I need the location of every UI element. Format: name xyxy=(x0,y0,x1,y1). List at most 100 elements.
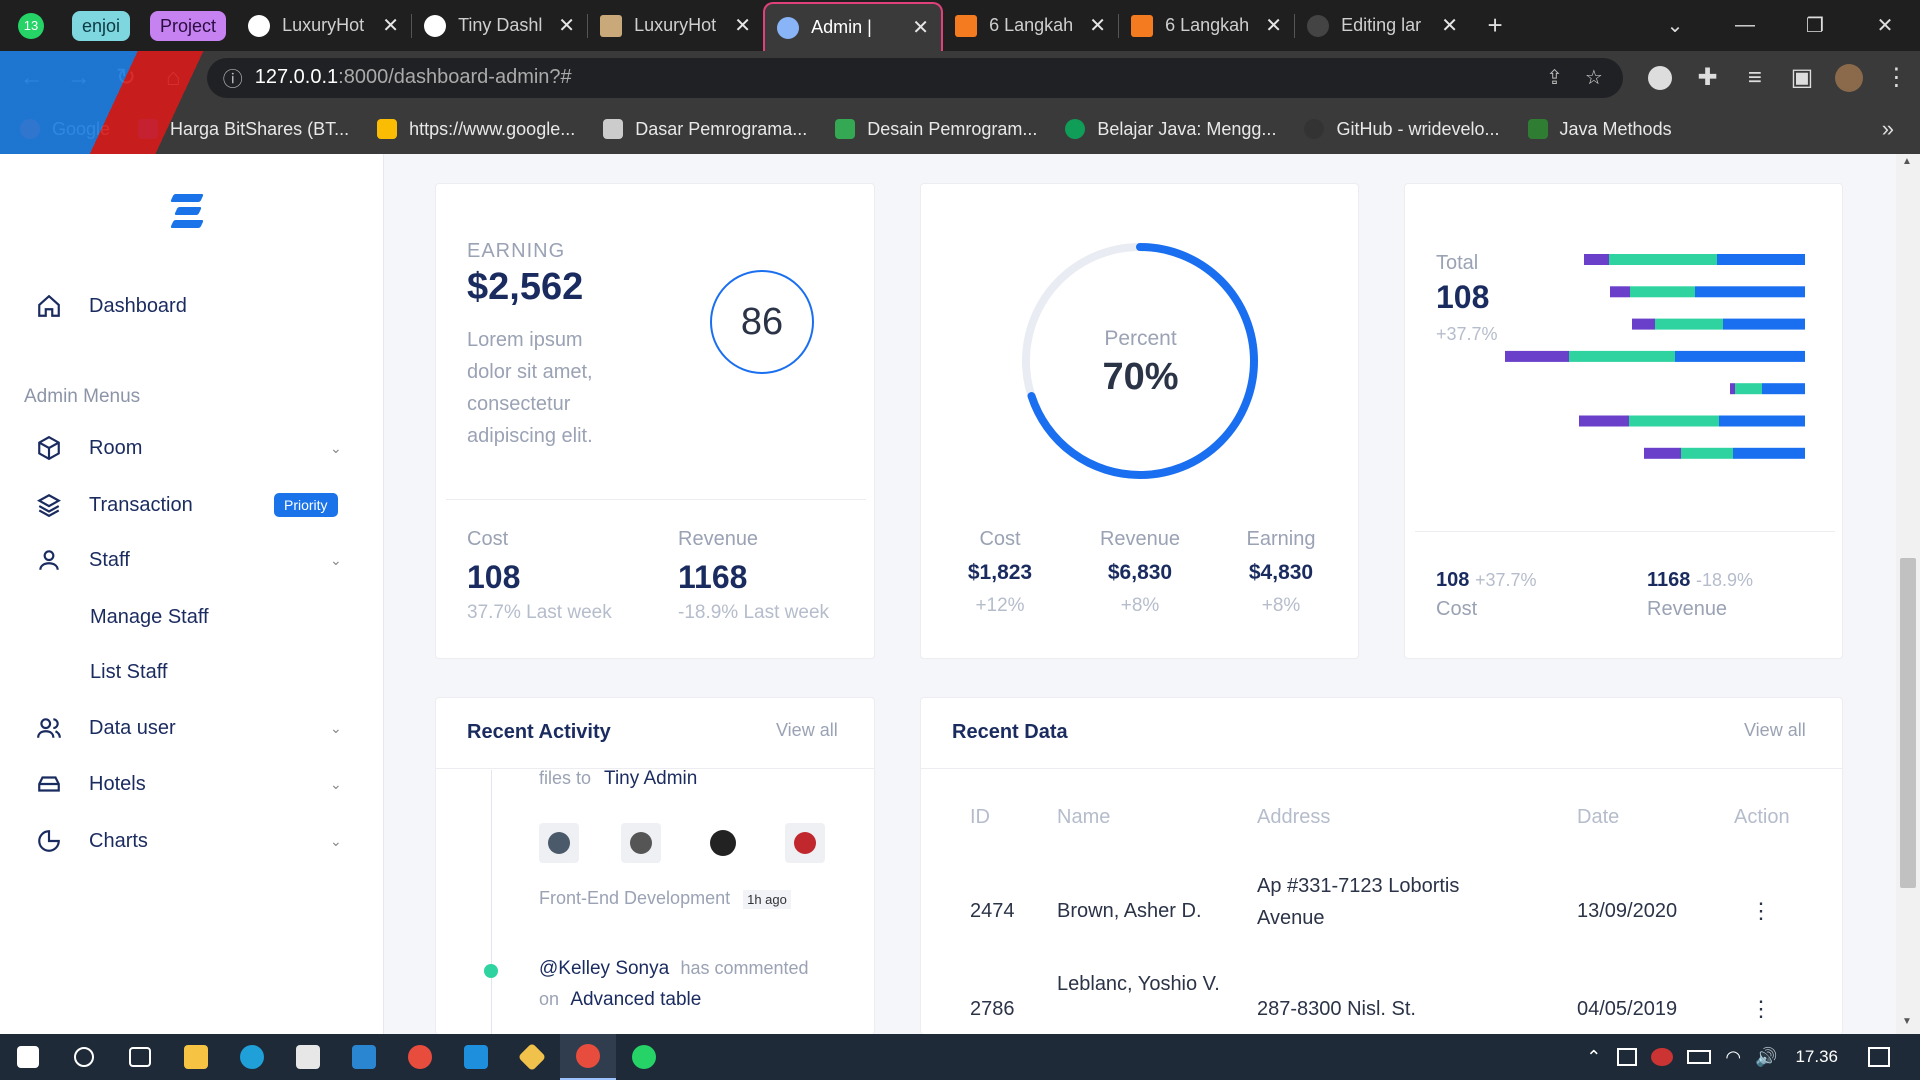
meet-icon[interactable] xyxy=(1617,1048,1638,1066)
wifi-icon[interactable]: ◠ xyxy=(1725,1047,1741,1068)
git-icon[interactable] xyxy=(504,1034,560,1080)
bar-segment xyxy=(1719,415,1805,427)
avatar[interactable] xyxy=(1826,54,1873,102)
bookmark-google[interactable]: Google xyxy=(20,119,110,140)
scrollbar-thumb[interactable] xyxy=(1900,558,1916,888)
jh-icon xyxy=(1131,14,1154,37)
url-input[interactable]: ⓘ 127.0.0.1 :8000/dashboard-admin?# ⇪ ☆ xyxy=(206,57,1623,98)
tab-editing[interactable]: Editing lar ✕ xyxy=(1295,0,1470,51)
clock[interactable]: 17.36 xyxy=(1795,1047,1838,1067)
divider xyxy=(446,499,866,500)
profile-c-icon[interactable] xyxy=(1637,54,1684,102)
bookmark-belajar-java[interactable]: Belajar Java: Mengg... xyxy=(1065,119,1276,140)
tab-group-enjoi[interactable]: enjoi xyxy=(72,10,131,41)
bookmark-google-search[interactable]: https://www.google... xyxy=(377,119,575,140)
close-icon[interactable]: ✕ xyxy=(1257,13,1282,38)
whatsapp-icon[interactable] xyxy=(616,1034,672,1080)
reload-icon[interactable]: ↻ xyxy=(102,54,149,102)
tab-luxuryhotel-1[interactable]: LuxuryHot ✕ xyxy=(236,0,411,51)
start-button[interactable] xyxy=(0,1034,56,1080)
vscode-icon[interactable] xyxy=(448,1034,504,1080)
row-actions-icon[interactable]: ⋮ xyxy=(1750,898,1772,924)
new-tab-button[interactable]: + xyxy=(1470,10,1520,41)
bookmark-java-methods[interactable]: Java Methods xyxy=(1527,119,1672,140)
close-icon[interactable]: ✕ xyxy=(374,13,399,38)
attachment-thumb[interactable] xyxy=(785,823,825,863)
close-icon[interactable]: ✕ xyxy=(1081,13,1106,38)
close-icon[interactable]: ✕ xyxy=(550,13,575,38)
logo-icon[interactable] xyxy=(170,194,206,233)
star-icon[interactable]: ☆ xyxy=(1585,65,1603,90)
view-all-link[interactable]: View all xyxy=(1744,720,1806,741)
close-window-button[interactable]: ✕ xyxy=(1850,0,1920,51)
tab-6-langkah-2[interactable]: 6 Langkah ✕ xyxy=(1119,0,1294,51)
sidepanel-icon[interactable]: ▣ xyxy=(1778,54,1825,102)
bookmark-dasar[interactable]: Dasar Pemrograma... xyxy=(603,119,807,140)
extensions-icon[interactable]: ✚ xyxy=(1684,54,1731,102)
column-header-id[interactable]: ID xyxy=(970,806,990,829)
sidebar-item-data-user[interactable]: Data user ⌄ xyxy=(0,708,384,748)
sidebar-item-room[interactable]: Room ⌄ xyxy=(0,428,384,468)
volume-icon[interactable]: 🔊 xyxy=(1755,1047,1777,1068)
share-icon[interactable]: ⇪ xyxy=(1546,65,1563,90)
chrome-icon[interactable] xyxy=(392,1034,448,1080)
store-icon[interactable] xyxy=(280,1034,336,1080)
revenue-change: -18.9% Last week xyxy=(678,602,830,623)
edge-icon[interactable] xyxy=(224,1034,280,1080)
scroll-up-icon[interactable]: ▲ xyxy=(1902,156,1912,167)
tab-search-icon[interactable]: ⌄ xyxy=(1640,0,1710,51)
activity-target-link[interactable]: Tiny Admin xyxy=(604,768,697,789)
sidebar-item-list-staff[interactable]: List Staff xyxy=(90,661,167,684)
column-header-name[interactable]: Name xyxy=(1057,806,1110,829)
menu-kebab-icon[interactable]: ⋮ xyxy=(1873,54,1920,102)
view-all-link[interactable]: View all xyxy=(776,720,838,741)
media-icon[interactable]: ≡ xyxy=(1731,54,1778,102)
back-arrow-icon[interactable]: ← xyxy=(8,54,55,102)
attachment-thumb[interactable] xyxy=(539,823,579,863)
sidebar-item-manage-staff[interactable]: Manage Staff xyxy=(90,606,209,629)
total-revenue-summary: 1168 -18.9% xyxy=(1647,569,1753,591)
column-header-date[interactable]: Date xyxy=(1577,806,1619,829)
whatsapp-tab[interactable]: 13 xyxy=(0,12,62,39)
scroll-down-icon[interactable]: ▼ xyxy=(1902,1016,1912,1027)
cloud-error-icon[interactable] xyxy=(1651,1048,1674,1066)
tab-tiny-dashboard[interactable]: Tiny Dashl ✕ xyxy=(412,0,587,51)
mail-icon[interactable] xyxy=(336,1034,392,1080)
restore-button[interactable]: ❐ xyxy=(1780,0,1850,51)
home-icon[interactable]: ⌂ xyxy=(150,54,197,102)
battery-icon[interactable] xyxy=(1687,1050,1712,1064)
sidebar-item-hotels[interactable]: Hotels ⌄ xyxy=(0,764,384,804)
tab-6-langkah-1[interactable]: 6 Langkah ✕ xyxy=(943,0,1118,51)
tab-admin-active[interactable]: Admin | ✕ xyxy=(763,2,944,51)
task-view-icon[interactable] xyxy=(112,1034,168,1080)
sidebar-item-charts[interactable]: Charts ⌄ xyxy=(0,821,384,861)
file-explorer-icon[interactable] xyxy=(168,1034,224,1080)
activity-user-link[interactable]: @Kelley Sonya xyxy=(539,958,669,979)
activity-target-link[interactable]: Advanced table xyxy=(570,989,701,1010)
more-bookmarks-icon[interactable]: » xyxy=(1882,116,1894,142)
tab-group-project[interactable]: Project xyxy=(150,10,227,41)
search-icon[interactable] xyxy=(56,1034,112,1080)
forward-arrow-icon[interactable]: → xyxy=(55,54,102,102)
bookmark-desain[interactable]: Desain Pemrogram... xyxy=(835,119,1037,140)
sidebar-item-dashboard[interactable]: Dashboard xyxy=(0,286,384,326)
close-icon[interactable]: ✕ xyxy=(1433,13,1458,38)
column-header-address[interactable]: Address xyxy=(1257,806,1330,829)
stat-value: $6,830 xyxy=(1107,561,1173,584)
sidebar-item-transaction[interactable]: Transaction Priority xyxy=(0,485,384,525)
bookmark-bitshares[interactable]: Harga BitShares (BT... xyxy=(138,119,349,140)
tray-chevron-icon[interactable]: ⌃ xyxy=(1586,1047,1601,1068)
attachment-thumb[interactable] xyxy=(621,823,661,863)
close-icon[interactable]: ✕ xyxy=(904,15,929,40)
row-actions-icon[interactable]: ⋮ xyxy=(1750,996,1772,1022)
attachment-thumb[interactable] xyxy=(703,823,743,863)
page-scrollbar[interactable]: ▲ ▼ xyxy=(1896,154,1920,1034)
chrome-active-icon[interactable] xyxy=(560,1034,616,1080)
minimize-button[interactable]: — xyxy=(1710,0,1780,51)
close-icon[interactable]: ✕ xyxy=(726,13,751,38)
bookmark-github[interactable]: GitHub - wridevelo... xyxy=(1304,119,1500,140)
column-header-action[interactable]: Action xyxy=(1734,806,1790,829)
sidebar-item-staff[interactable]: Staff ⌄ xyxy=(0,540,384,580)
tab-luxuryhotel-2[interactable]: LuxuryHot ✕ xyxy=(588,0,763,51)
notifications-icon[interactable] xyxy=(1868,1047,1890,1067)
